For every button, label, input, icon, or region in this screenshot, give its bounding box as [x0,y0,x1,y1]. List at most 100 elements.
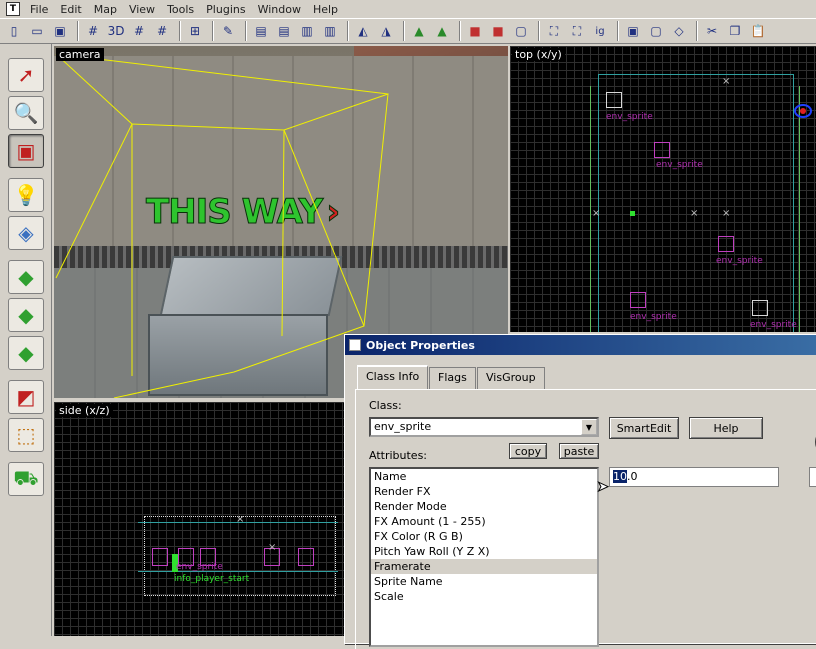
grid-large-icon[interactable]: # [152,21,172,41]
tool-palette: ➚ 🔍 ▣ 💡 ◈ ◆ ◆ ◆ ◩ ⬚ ⛟ [0,44,52,636]
camera-marker-dot [800,108,806,114]
cut-icon[interactable]: ✂ [702,21,722,41]
camera-tool-icon[interactable]: ▣ [8,134,44,168]
entity-marker[interactable] [718,236,734,252]
toolbar-separator [179,21,181,41]
class-select[interactable]: env_sprite ▼ [369,417,599,437]
flip-horizontal-icon[interactable]: ◭ [353,21,373,41]
entity-label: env_sprite [606,112,653,122]
attribute-row[interactable]: Name [371,469,597,484]
cube-icon[interactable]: ◇ [669,21,689,41]
align-right-icon[interactable]: ▤ [274,21,294,41]
menu-bar: T File Edit Map View Tools Plugins Windo… [0,0,816,18]
dialog-titlebar[interactable]: Object Properties [345,335,816,355]
tie-to-entity-icon[interactable]: ▣ [623,21,643,41]
magnify-tool-icon[interactable]: 🔍 [8,96,44,130]
toolbar-separator [538,21,540,41]
show-all-icon[interactable]: ▢ [511,21,531,41]
block-tool-icon[interactable]: ◈ [8,216,44,250]
attribute-row-selected[interactable]: Framerate [371,559,597,574]
entity-marker[interactable] [630,292,646,308]
class-label: Class: [369,399,402,412]
toolbar-separator [403,21,405,41]
entity-marker[interactable] [654,142,670,158]
entity-label: env_sprite [630,312,677,322]
align-top-icon[interactable]: ▥ [297,21,317,41]
side-input-stub[interactable] [809,467,816,487]
hide-unselected-icon[interactable]: ■ [488,21,508,41]
player-start-dot [630,211,635,216]
load-pointfile-icon[interactable]: ⊞ [185,21,205,41]
grid-small-icon[interactable]: # [129,21,149,41]
copy-icon[interactable]: ❐ [725,21,745,41]
attribute-row[interactable]: Render FX [371,484,597,499]
tab-flags[interactable]: Flags [429,367,476,389]
carve-icon[interactable]: ✎ [218,21,238,41]
menu-tools[interactable]: Tools [161,3,200,16]
flip-vertical-icon[interactable]: ◮ [376,21,396,41]
value-rest-text: .0 [627,470,638,483]
menu-plugins[interactable]: Plugins [200,3,251,16]
help-button[interactable]: Help [689,417,763,439]
copy-button[interactable]: copy [509,443,547,459]
save-icon[interactable]: ▣ [50,21,70,41]
attribute-row[interactable]: FX Color (R G B) [371,529,597,544]
object-properties-dialog: Object Properties Class Info Flags VisGr… [344,334,816,649]
move-to-world-icon[interactable]: ▢ [646,21,666,41]
menu-edit[interactable]: Edit [54,3,87,16]
menu-window[interactable]: Window [252,3,307,16]
side-viewport[interactable]: side (x/z) env_sprite info_player_start … [54,402,344,636]
paste-button[interactable]: paste [559,443,599,459]
player-start-label: info_player_start [174,574,250,584]
tab-class-info[interactable]: Class Info [357,365,429,389]
attribute-row[interactable]: FX Amount (1 - 255) [371,514,597,529]
decal-tool-icon[interactable]: ◆ [8,336,44,370]
attribute-value-input[interactable]: 10.0 [609,467,779,487]
grid-icon[interactable]: # [83,21,103,41]
menu-help[interactable]: Help [307,3,344,16]
vertex-tool-icon[interactable]: ⬚ [8,418,44,452]
app-icon[interactable]: T [6,2,20,16]
path-tool-icon[interactable]: ⛟ [8,462,44,496]
vertex-mark-icon: × [268,542,277,553]
select-tool-icon[interactable]: ➚ [8,58,44,92]
menu-map[interactable]: Map [88,3,123,16]
entity-marker[interactable] [752,300,768,316]
open-file-icon[interactable]: ▭ [27,21,47,41]
entity-marker[interactable] [606,92,622,108]
entity-marker[interactable] [152,548,168,566]
new-file-icon[interactable]: ▯ [4,21,24,41]
attributes-list[interactable]: Name Render FX Render Mode FX Amount (1 … [369,467,599,647]
menu-view[interactable]: View [123,3,161,16]
top-viewport[interactable]: top (x/y) env_sprite env_sprite env_spri… [510,46,816,332]
entity-marker[interactable] [298,548,314,566]
group-icon[interactable]: ⛶ [544,21,564,41]
entity-tool-icon[interactable]: 💡 [8,178,44,212]
value-selected-text: 10 [613,470,627,483]
apply-texture-icon[interactable]: ◆ [8,298,44,332]
attribute-row[interactable]: Render Mode [371,499,597,514]
attribute-row[interactable]: Sprite Name [371,574,597,589]
align-left-icon[interactable]: ▤ [251,21,271,41]
ignore-groups-icon[interactable]: ig [590,21,610,41]
vertex-mark-icon: × [236,514,245,525]
toolbar-separator [245,21,247,41]
toolbar-separator [77,21,79,41]
texture-lock-icon[interactable]: ▲ [409,21,429,41]
hide-selected-icon[interactable]: ■ [465,21,485,41]
menu-file[interactable]: File [24,3,54,16]
attribute-row[interactable]: Scale [371,589,597,604]
tab-visgroup[interactable]: VisGroup [477,367,545,389]
smartedit-button[interactable]: SmartEdit [609,417,679,439]
attribute-row[interactable]: Pitch Yaw Roll (Y Z X) [371,544,597,559]
paste-icon[interactable]: 📋 [748,21,768,41]
chevron-down-icon[interactable]: ▼ [581,419,597,435]
clipping-tool-icon[interactable]: ◩ [8,380,44,414]
align-bottom-icon[interactable]: ▥ [320,21,340,41]
3d-grid-icon[interactable]: 3D [106,21,126,41]
dialog-title: Object Properties [366,338,475,352]
texture-lock-scale-icon[interactable]: ▲ [432,21,452,41]
ungroup-icon[interactable]: ⛶ [567,21,587,41]
mouse-cursor-icon: ➤ [597,479,610,496]
texture-tool-icon[interactable]: ◆ [8,260,44,294]
